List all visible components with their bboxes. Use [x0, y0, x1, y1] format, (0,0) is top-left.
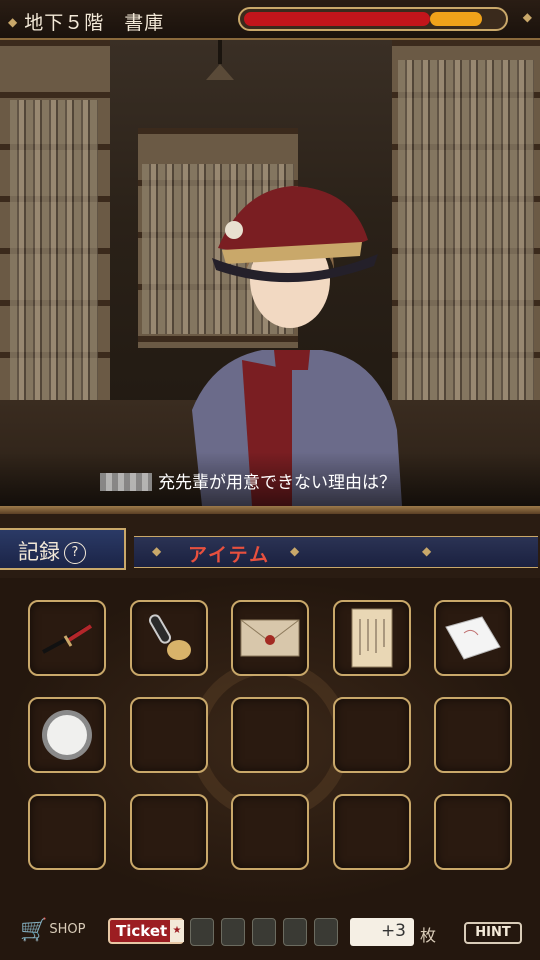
- help-button[interactable]: ?: [64, 542, 86, 564]
- location-title: ◆ 地下５階 書庫: [8, 8, 164, 35]
- katana-icon: [30, 602, 104, 674]
- item-slot[interactable]: [28, 794, 106, 870]
- hp-gauge-fill: [244, 12, 430, 26]
- item-slot[interactable]: [434, 794, 512, 870]
- item-slot[interactable]: [231, 697, 309, 773]
- item-slot[interactable]: [434, 697, 512, 773]
- diamond-icon: ◆: [522, 10, 532, 24]
- item-slot[interactable]: [333, 697, 411, 773]
- item-slot[interactable]: [434, 600, 512, 676]
- item-slot[interactable]: [333, 600, 411, 676]
- hint-button[interactable]: HINT: [464, 922, 522, 944]
- mirror-icon: [30, 699, 104, 771]
- cart-icon: 🛒: [20, 918, 48, 943]
- ticket-slot: [314, 918, 338, 946]
- location-label: 地下５階 書庫: [24, 12, 165, 34]
- ticket-unit: 枚: [420, 926, 437, 945]
- library-scene: [0, 40, 540, 506]
- tab-items-label: アイテム: [188, 544, 271, 566]
- diamond-icon: ◆: [152, 544, 162, 558]
- record-tab[interactable]: 記録?: [0, 528, 126, 570]
- shop-label: SHOP: [49, 922, 86, 937]
- hp-gauge-fill-secondary: [430, 12, 482, 26]
- top-bar: ◆ 地下５階 書庫 ◆: [0, 0, 540, 40]
- diamond-icon: ◆: [422, 544, 432, 558]
- books-left: [10, 100, 98, 430]
- ticket-count: +3: [350, 918, 414, 946]
- handkerchief-icon: [436, 602, 510, 674]
- item-slot[interactable]: [231, 600, 309, 676]
- ticket-slot: [283, 918, 307, 946]
- ticket-slot: [221, 918, 245, 946]
- dialog-text: 充先輩が用意できない理由は？: [158, 473, 396, 493]
- ticket-label: Ticket: [116, 922, 168, 940]
- ticket-button[interactable]: Ticket ★: [108, 918, 184, 944]
- tab-items[interactable]: ◆ アイテム ◆ ◆: [134, 536, 538, 568]
- item-slot[interactable]: [130, 600, 208, 676]
- hp-gauge: [238, 7, 508, 31]
- item-slot[interactable]: [28, 600, 106, 676]
- item-slot[interactable]: [130, 794, 208, 870]
- item-slot[interactable]: [231, 794, 309, 870]
- shop-button[interactable]: 🛒 SHOP: [20, 918, 86, 943]
- item-slot[interactable]: [130, 697, 208, 773]
- record-label: 記録: [18, 540, 60, 564]
- envelope-icon: [233, 602, 307, 674]
- key-icon: [132, 602, 206, 674]
- ticket-slot: [190, 918, 214, 946]
- star-icon: ★: [170, 920, 184, 942]
- censored-name: [100, 473, 152, 491]
- letter-icon: [335, 602, 409, 674]
- item-slot[interactable]: [28, 697, 106, 773]
- diamond-icon: ◆: [8, 15, 19, 29]
- panel-border: [0, 506, 540, 514]
- diamond-icon: ◆: [290, 544, 300, 558]
- ticket-slot: [252, 918, 276, 946]
- item-slot[interactable]: [333, 794, 411, 870]
- lamp-icon: [206, 40, 234, 80]
- dialog-line: 充先輩が用意できない理由は？: [100, 468, 396, 493]
